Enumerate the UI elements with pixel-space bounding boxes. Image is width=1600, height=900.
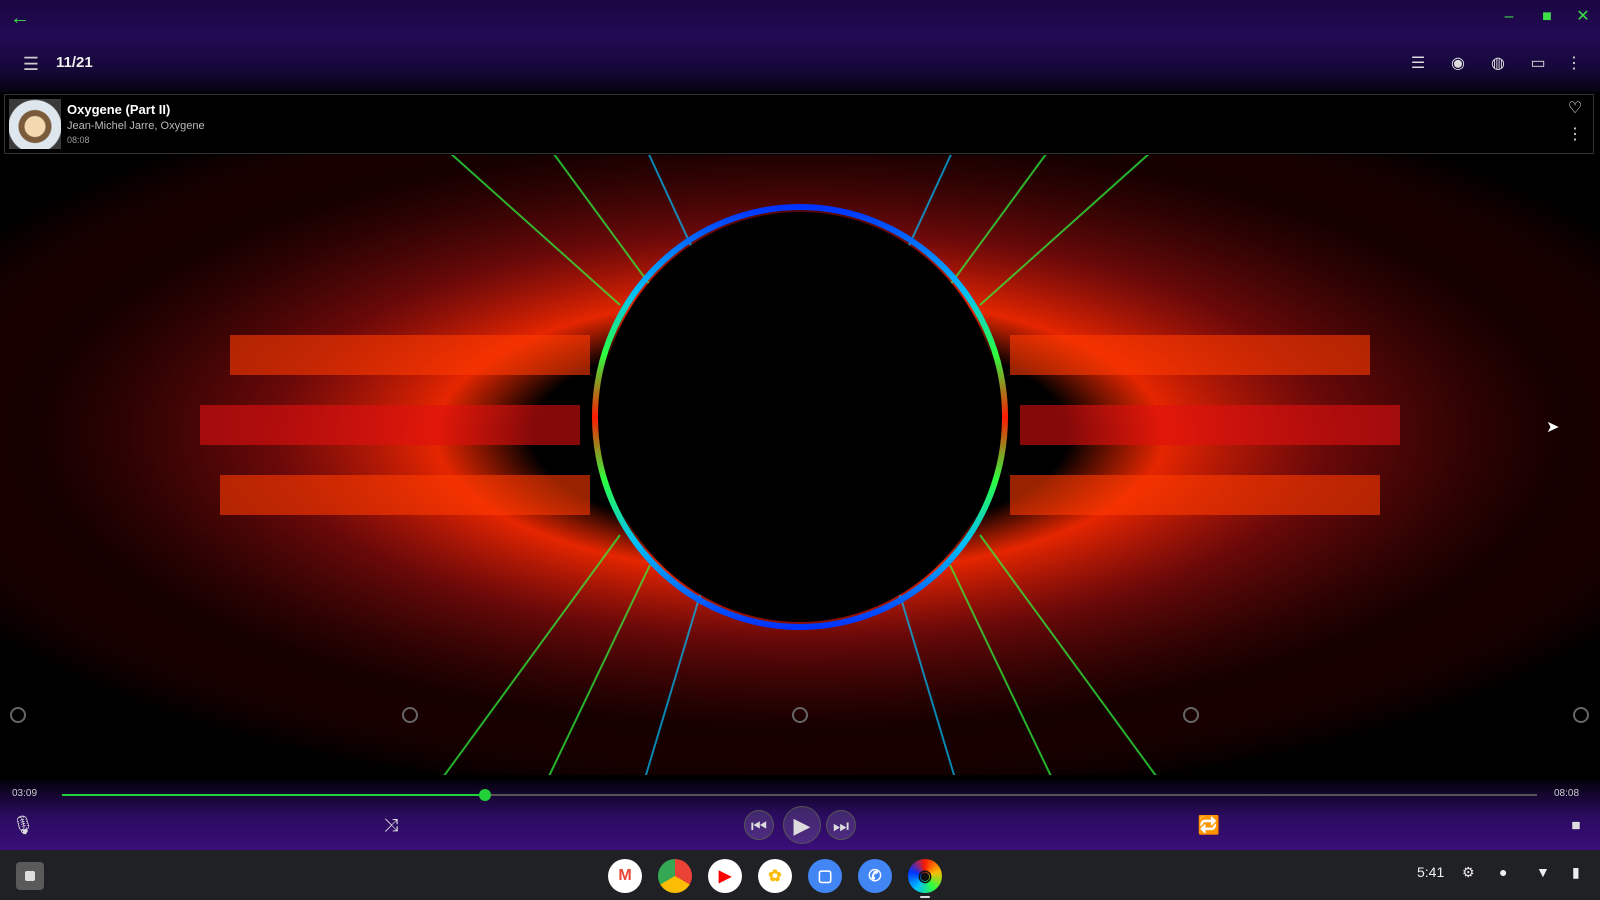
launcher-icon[interactable] xyxy=(16,862,44,890)
eye-icon[interactable]: ◉ xyxy=(1446,52,1470,76)
mouse-cursor-icon: ➤ xyxy=(1546,419,1560,436)
clock[interactable]: 5:41 xyxy=(1417,864,1444,880)
music-player-icon[interactable]: ◉ xyxy=(908,859,942,893)
chrome-icon[interactable] xyxy=(658,859,692,893)
track-artist: Jean-Michel Jarre, Oxygene xyxy=(67,120,205,132)
audio-visualizer[interactable] xyxy=(0,155,1600,775)
minimize-icon[interactable]: – xyxy=(1498,6,1520,28)
hamburger-menu-icon[interactable]: ☰ xyxy=(20,53,42,75)
active-app-indicator xyxy=(920,896,930,898)
os-shelf: M ▶ ✿ ▢ ✆ ◉ 5:41 ⚙ ● ▼ ▮ xyxy=(0,850,1600,900)
repeat-icon[interactable]: 🔁 xyxy=(1194,810,1224,840)
stop-icon[interactable]: ⏹ xyxy=(1561,810,1591,840)
palette-icon[interactable]: ◍ xyxy=(1486,52,1510,76)
preset-dot-2[interactable] xyxy=(402,707,418,723)
preset-dot-5[interactable] xyxy=(1573,707,1589,723)
cast-screen-icon[interactable]: ▭ xyxy=(1526,52,1550,76)
seek-bar[interactable] xyxy=(62,789,1537,801)
elapsed-time: 03:09 xyxy=(12,788,38,799)
back-arrow-icon[interactable]: ← xyxy=(8,6,32,30)
next-track-icon[interactable]: ⏭ xyxy=(826,810,856,840)
gmail-icon[interactable]: M xyxy=(608,859,642,893)
messages-icon[interactable]: ▢ xyxy=(808,859,842,893)
maximize-icon[interactable]: ■ xyxy=(1536,6,1558,28)
settings-gear-icon[interactable]: ⚙ xyxy=(1462,864,1475,881)
previous-track-icon[interactable]: ⏮ xyxy=(744,810,774,840)
seek-thumb[interactable] xyxy=(479,789,492,801)
favorite-heart-icon[interactable]: ♡ xyxy=(1565,99,1585,119)
total-time: 08:08 xyxy=(1554,788,1580,799)
track-duration: 08:08 xyxy=(67,135,90,145)
seek-progress xyxy=(62,794,486,796)
queue-counter: 11/21 xyxy=(56,54,93,71)
photos-icon[interactable]: ✿ xyxy=(758,859,792,893)
track-more-icon[interactable]: ⋮ xyxy=(1565,125,1585,145)
preset-dot-4[interactable] xyxy=(1183,707,1199,723)
app-toolbar: ☰ 11/21 ☰ ◉ ◍ ▭ ⋮ xyxy=(0,36,1600,92)
account-icon[interactable]: ● xyxy=(1499,864,1507,880)
now-playing-card[interactable]: Oxygene (Part II) Jean-Michel Jarre, Oxy… xyxy=(4,94,1594,154)
close-icon[interactable]: ✕ xyxy=(1572,6,1594,28)
window-titlebar: ← – ■ ✕ xyxy=(0,0,1600,36)
playlist-icon[interactable]: ☰ xyxy=(1406,52,1430,76)
shuffle-icon[interactable]: ⤨ xyxy=(376,810,406,840)
microphone-icon[interactable]: 🎙 xyxy=(8,810,38,840)
battery-icon[interactable]: ▮ xyxy=(1572,864,1580,881)
track-title: Oxygene (Part II) xyxy=(67,102,171,117)
preset-dot-3[interactable] xyxy=(792,707,808,723)
play-icon[interactable]: ▶ xyxy=(783,806,821,844)
wifi-icon[interactable]: ▼ xyxy=(1536,864,1550,880)
visualizer-graphic xyxy=(0,155,1600,775)
youtube-icon[interactable]: ▶ xyxy=(708,859,742,893)
playback-controls: 03:09 08:08 🎙 ⤨ ⏮ ▶ ⏭ 🔁 ⏹ xyxy=(0,780,1600,850)
more-vert-icon[interactable]: ⋮ xyxy=(1562,52,1586,76)
preset-dot-1[interactable] xyxy=(10,707,26,723)
album-cover xyxy=(9,99,61,149)
phone-icon[interactable]: ✆ xyxy=(858,859,892,893)
